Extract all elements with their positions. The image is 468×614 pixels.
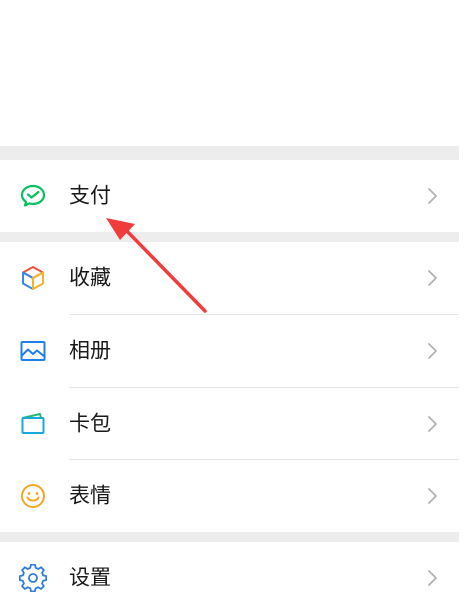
chevron-right-icon	[428, 188, 437, 204]
menu-item-cards[interactable]: 卡包	[0, 388, 459, 460]
menu-item-label: 收藏	[69, 265, 111, 290]
wechat-pay-icon	[19, 182, 47, 210]
menu-item-pay[interactable]: 支付	[0, 160, 459, 232]
menu-item-album[interactable]: 相册	[0, 315, 459, 387]
chevron-right-icon	[428, 343, 437, 359]
menu-item-label: 表情	[69, 483, 111, 508]
chevron-right-icon	[428, 570, 437, 586]
menu-item-stickers[interactable]: 表情	[0, 460, 459, 532]
section-gap	[0, 146, 459, 160]
menu-item-label: 支付	[69, 183, 111, 208]
menu-item-favorites[interactable]: 收藏	[0, 242, 459, 314]
section-gap	[0, 532, 459, 542]
me-page: 支付 收藏 相册 卡包 表情 设置	[0, 0, 459, 614]
picture-icon	[19, 337, 47, 365]
menu-item-label: 卡包	[69, 411, 111, 436]
section-gap	[0, 232, 459, 242]
menu-item-label: 设置	[69, 565, 111, 590]
menu-item-label: 相册	[69, 338, 111, 363]
menu-item-settings[interactable]: 设置	[0, 542, 459, 614]
chevron-right-icon	[428, 488, 437, 504]
page-edge	[459, 0, 468, 603]
smiley-icon	[19, 482, 47, 510]
gear-icon	[19, 564, 47, 592]
wallet-icon	[19, 410, 47, 438]
chevron-right-icon	[428, 416, 437, 432]
chevron-right-icon	[428, 270, 437, 286]
cube-icon	[19, 264, 47, 292]
